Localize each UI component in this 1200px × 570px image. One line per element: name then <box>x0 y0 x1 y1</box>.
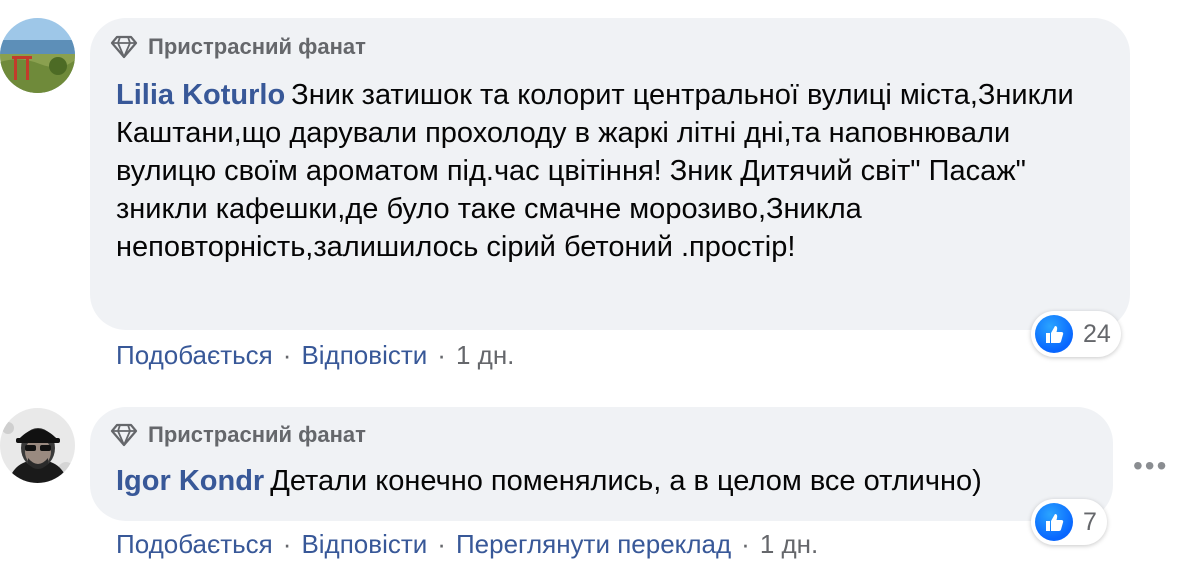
fan-badge-label: Пристрасний фанат <box>148 34 366 59</box>
diamond-icon <box>110 423 138 447</box>
fan-badge-label: Пристрасний фанат <box>148 422 366 447</box>
like-icon <box>1035 315 1073 353</box>
separator: · <box>282 340 292 370</box>
avatar-photo <box>0 18 75 93</box>
comment-actions: Подобається · Відповісти · 1 дн. <box>116 340 514 371</box>
see-translation-link[interactable]: Переглянути переклад <box>456 529 731 559</box>
avatar[interactable] <box>0 18 75 93</box>
reaction-summary[interactable]: 7 <box>1031 499 1107 545</box>
comment-body: Детали конечно поменялись, а в целом все… <box>270 465 982 497</box>
fan-badge[interactable]: Пристрасний фанат <box>110 34 366 60</box>
like-link[interactable]: Подобається <box>116 340 273 370</box>
timestamp[interactable]: 1 дн. <box>456 340 514 370</box>
separator: · <box>437 529 446 559</box>
reply-link[interactable]: Відповісти <box>301 340 427 370</box>
separator: · <box>741 529 750 559</box>
fan-badge[interactable]: Пристрасний фанат <box>110 422 366 448</box>
comment-author[interactable]: Lilia Koturlo <box>116 79 285 111</box>
reply-link[interactable]: Відповісти <box>301 529 427 559</box>
like-link[interactable]: Подобається <box>116 529 273 559</box>
avatar[interactable] <box>0 408 75 483</box>
comment-text: Lilia Koturlo Зник затишок та колорит цен… <box>116 76 1111 266</box>
like-icon <box>1035 503 1073 541</box>
comment-author[interactable]: Igor Kondr <box>116 465 264 497</box>
separator: · <box>282 529 292 559</box>
comment-text: Igor Kondr Детали конечно поменялись, а в… <box>116 462 1106 500</box>
more-options-icon[interactable]: ••• <box>1133 450 1168 482</box>
avatar-photo <box>0 408 75 483</box>
reaction-summary[interactable]: 24 <box>1031 311 1121 357</box>
separator: · <box>437 340 446 370</box>
timestamp[interactable]: 1 дн. <box>760 529 818 559</box>
diamond-icon <box>110 35 138 59</box>
reaction-count: 7 <box>1083 507 1097 536</box>
reaction-count: 24 <box>1083 319 1111 348</box>
comment-actions: Подобається · Відповісти · Переглянути перек… <box>116 529 818 560</box>
